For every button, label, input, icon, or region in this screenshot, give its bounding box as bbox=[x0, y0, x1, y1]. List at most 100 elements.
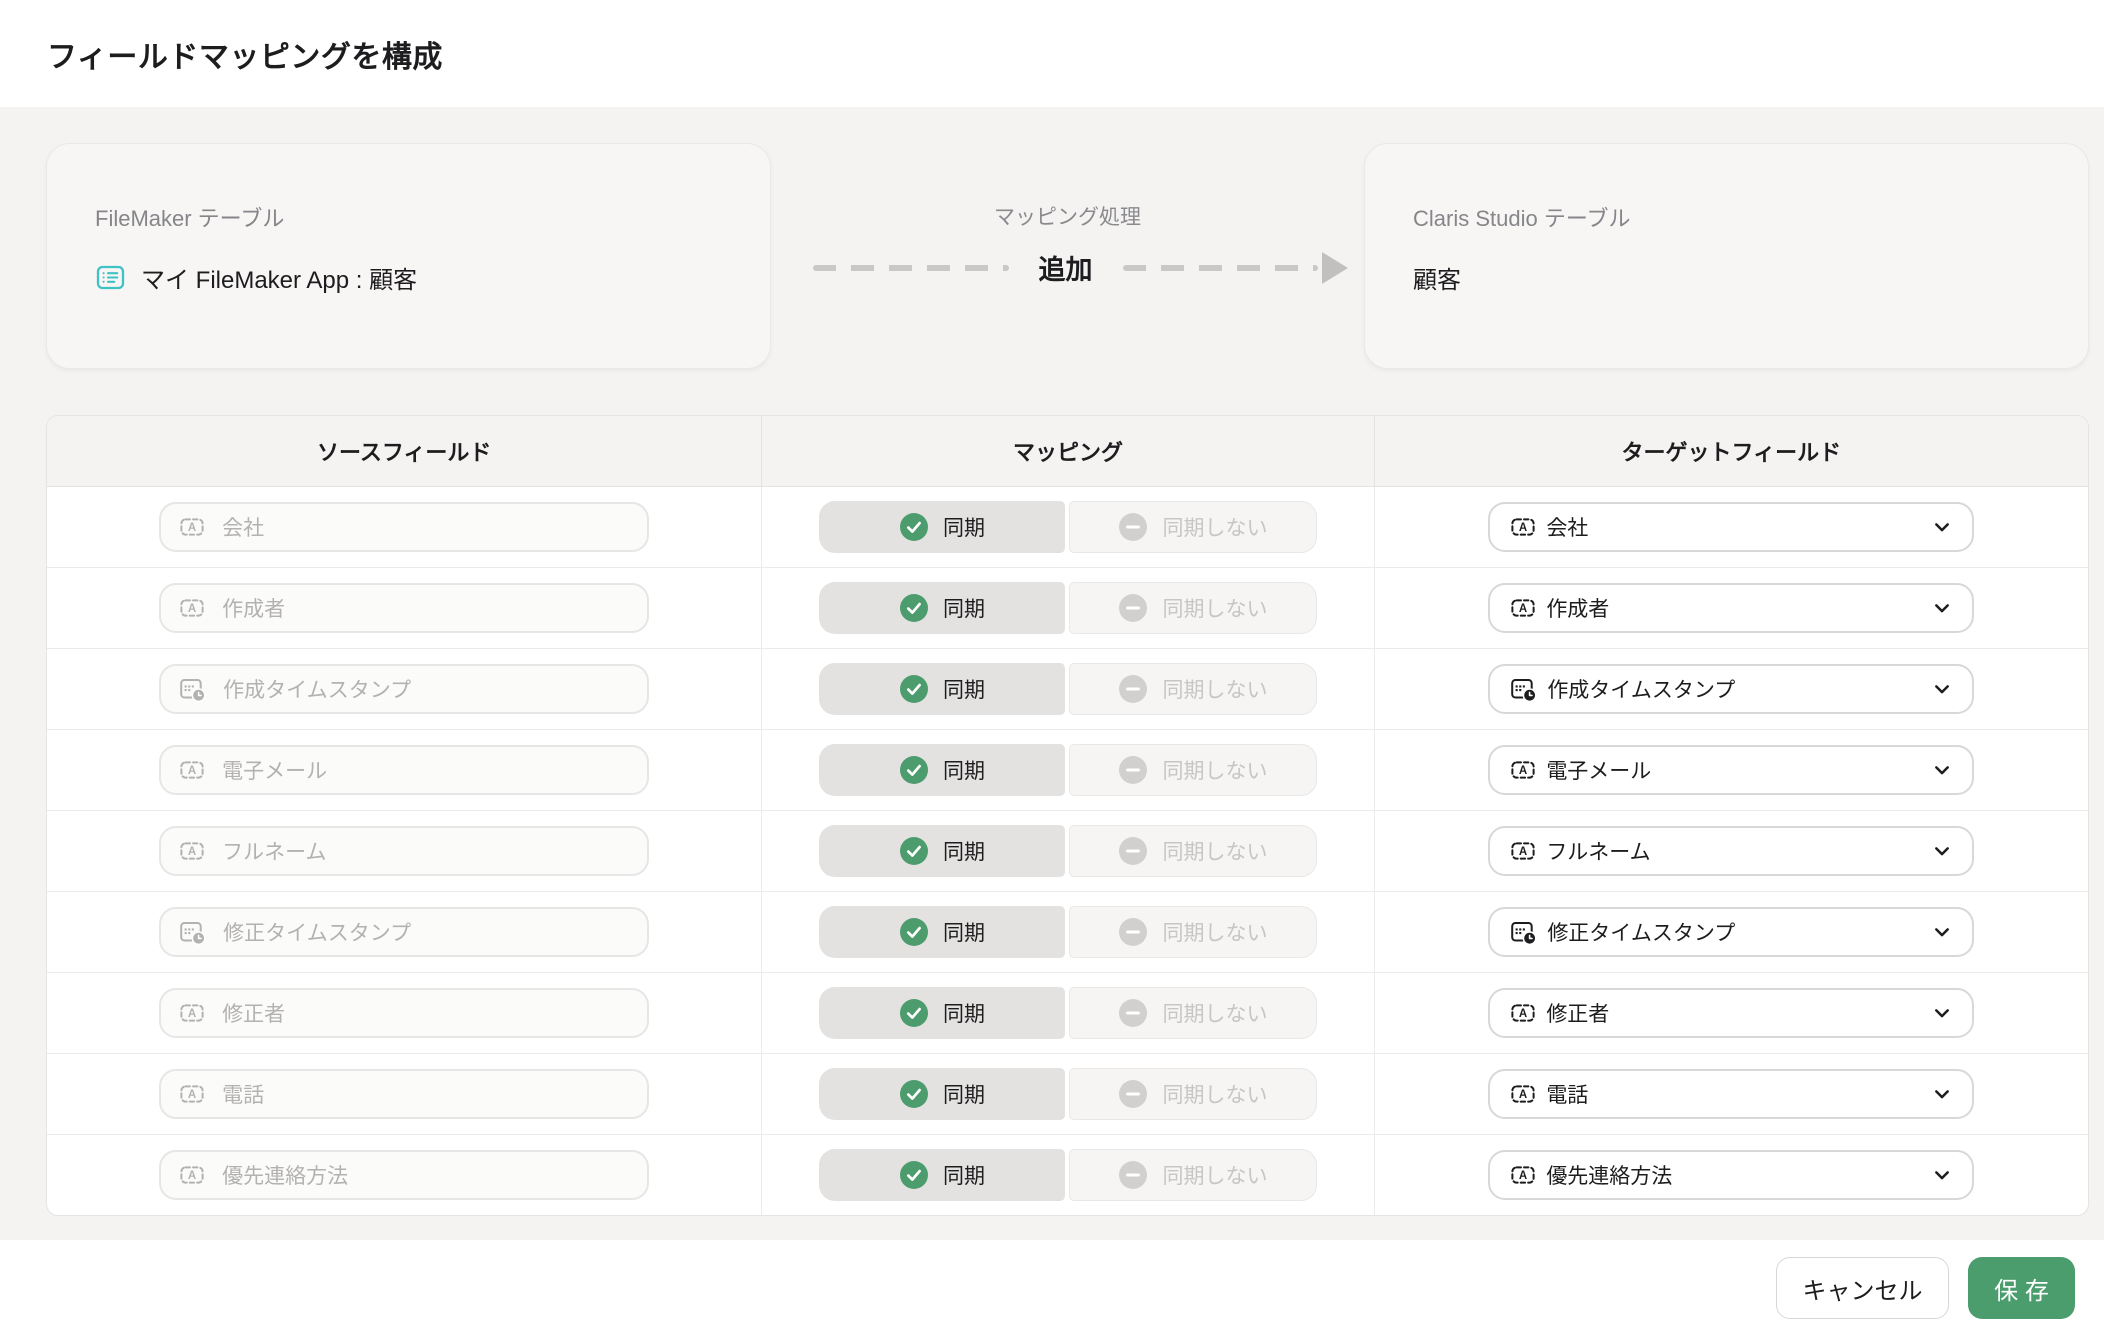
check-circle-icon bbox=[899, 917, 929, 947]
svg-text:A: A bbox=[1519, 1089, 1527, 1101]
target-field-label: 作成者 bbox=[1546, 598, 1610, 621]
sync-off-option[interactable]: 同期しない bbox=[1068, 501, 1317, 553]
text-field-icon: A bbox=[179, 1000, 205, 1026]
check-circle-icon bbox=[899, 1079, 929, 1109]
target-field-select[interactable]: 修正タイムスタンプ bbox=[1488, 907, 1975, 957]
chevron-down-icon bbox=[1930, 1001, 1954, 1025]
sync-on-option[interactable]: 同期 bbox=[818, 1149, 1065, 1201]
target-field-select[interactable]: 作成タイムスタンプ bbox=[1488, 664, 1975, 714]
source-field: A 作成者 bbox=[159, 583, 650, 633]
target-field-select[interactable]: A 会社 bbox=[1488, 502, 1975, 552]
sync-off-option[interactable]: 同期しない bbox=[1068, 663, 1317, 715]
sync-toggle[interactable]: 同期 同期しない bbox=[818, 1149, 1317, 1201]
text-field-icon: A bbox=[1510, 1000, 1536, 1026]
table-row: 修正タイムスタンプ 同期 同期しない 修正タイムスタンプ bbox=[47, 892, 2088, 973]
sync-off-option[interactable]: 同期しない bbox=[1068, 1068, 1317, 1120]
chevron-down-icon bbox=[1930, 677, 1954, 701]
text-field-icon: A bbox=[179, 1162, 205, 1188]
sync-on-option[interactable]: 同期 bbox=[818, 663, 1065, 715]
svg-text:A: A bbox=[188, 846, 196, 858]
target-field-label: 修正タイムスタンプ bbox=[1547, 922, 1736, 945]
sync-off-option[interactable]: 同期しない bbox=[1068, 825, 1317, 877]
svg-text:A: A bbox=[188, 1089, 196, 1101]
source-field: A 修正者 bbox=[159, 988, 650, 1038]
table-row: A 優先連絡方法 同期 同期しない A 優先連絡方法 bbox=[47, 1135, 2088, 1215]
source-field-label: 電子メール bbox=[222, 760, 328, 783]
field-mapping-table: ソースフィールド マッピング ターゲットフィールド A 会社 同期 同期しない bbox=[46, 415, 2089, 1216]
target-field-select[interactable]: A フルネーム bbox=[1488, 826, 1975, 876]
minus-circle-icon bbox=[1118, 1160, 1148, 1190]
dashed-connector-left bbox=[813, 264, 1009, 271]
sync-on-option[interactable]: 同期 bbox=[818, 906, 1065, 958]
minus-circle-icon bbox=[1118, 512, 1148, 542]
sync-off-option[interactable]: 同期しない bbox=[1068, 906, 1317, 958]
target-field-select[interactable]: A 修正者 bbox=[1488, 988, 1975, 1038]
sync-on-option[interactable]: 同期 bbox=[818, 987, 1065, 1039]
sync-on-option[interactable]: 同期 bbox=[818, 501, 1065, 553]
table-row: 作成タイムスタンプ 同期 同期しない 作成タイムスタンプ bbox=[47, 649, 2088, 730]
target-field-select[interactable]: A 電話 bbox=[1488, 1069, 1975, 1119]
cancel-button[interactable]: キャンセル bbox=[1776, 1257, 1949, 1319]
svg-text:A: A bbox=[188, 1170, 196, 1182]
sync-toggle[interactable]: 同期 同期しない bbox=[818, 663, 1317, 715]
source-field-label: 優先連絡方法 bbox=[222, 1165, 349, 1188]
sync-toggle[interactable]: 同期 同期しない bbox=[818, 825, 1317, 877]
target-field-select[interactable]: A 優先連絡方法 bbox=[1488, 1150, 1975, 1200]
sync-off-option[interactable]: 同期しない bbox=[1068, 1149, 1317, 1201]
text-field-icon: A bbox=[1510, 757, 1536, 783]
sync-on-option[interactable]: 同期 bbox=[818, 1068, 1065, 1120]
check-circle-icon bbox=[899, 674, 929, 704]
target-field-select[interactable]: A 電子メール bbox=[1488, 745, 1975, 795]
sync-on-option[interactable]: 同期 bbox=[818, 582, 1065, 634]
source-field-label: 作成タイムスタンプ bbox=[223, 679, 412, 702]
source-field: A 電子メール bbox=[159, 745, 650, 795]
table-header-row: ソースフィールド マッピング ターゲットフィールド bbox=[47, 416, 2088, 487]
sync-toggle[interactable]: 同期 同期しない bbox=[818, 744, 1317, 796]
save-button[interactable]: 保 存 bbox=[1968, 1257, 2075, 1319]
target-field-select[interactable]: A 作成者 bbox=[1488, 583, 1975, 633]
timestamp-field-icon bbox=[1510, 676, 1537, 703]
sync-off-option[interactable]: 同期しない bbox=[1068, 582, 1317, 634]
source-field: A フルネーム bbox=[159, 826, 650, 876]
source-field: A 優先連絡方法 bbox=[159, 1150, 650, 1200]
source-field-label: 電話 bbox=[222, 1084, 265, 1107]
sync-toggle[interactable]: 同期 同期しない bbox=[818, 582, 1317, 634]
target-field-label: 修正者 bbox=[1546, 1003, 1610, 1026]
table-row: A 作成者 同期 同期しない A 作成者 bbox=[47, 568, 2088, 649]
minus-circle-icon bbox=[1118, 1079, 1148, 1109]
source-field: 作成タイムスタンプ bbox=[159, 664, 650, 714]
sync-off-option[interactable]: 同期しない bbox=[1068, 744, 1317, 796]
text-field-icon: A bbox=[1510, 514, 1536, 540]
svg-text:A: A bbox=[188, 1008, 196, 1020]
svg-text:A: A bbox=[1519, 1008, 1527, 1020]
chevron-down-icon bbox=[1930, 515, 1954, 539]
source-field: A 会社 bbox=[159, 502, 650, 552]
sync-on-option[interactable]: 同期 bbox=[818, 744, 1065, 796]
sync-toggle[interactable]: 同期 同期しない bbox=[818, 906, 1317, 958]
check-circle-icon bbox=[899, 998, 929, 1028]
check-circle-icon bbox=[899, 755, 929, 785]
sync-on-option[interactable]: 同期 bbox=[818, 825, 1065, 877]
chevron-down-icon bbox=[1930, 839, 1954, 863]
table-body: A 会社 同期 同期しない A 会社 A 作成者 同期 同期しない A 作成者 … bbox=[47, 487, 2088, 1215]
timestamp-field-icon bbox=[179, 919, 206, 946]
source-field-label: フルネーム bbox=[222, 841, 327, 864]
table-row: A 電話 同期 同期しない A 電話 bbox=[47, 1054, 2088, 1135]
source-table-card: FileMaker テーブル マイ FileMaker App : 顧客 bbox=[46, 143, 771, 369]
chevron-down-icon bbox=[1930, 596, 1954, 620]
text-field-icon: A bbox=[1510, 595, 1536, 621]
text-field-icon: A bbox=[179, 757, 205, 783]
mapping-action-label: 追加 bbox=[1038, 255, 1093, 285]
check-circle-icon bbox=[899, 512, 929, 542]
target-table-value: 顧客 bbox=[1413, 267, 1461, 294]
sync-off-option[interactable]: 同期しない bbox=[1068, 987, 1317, 1039]
header-target-field: ターゲットフィールド bbox=[1373, 416, 2088, 486]
dialog-title: フィールドマッピングを構成 bbox=[47, 40, 443, 74]
sync-toggle[interactable]: 同期 同期しない bbox=[818, 501, 1317, 553]
sync-toggle[interactable]: 同期 同期しない bbox=[818, 987, 1317, 1039]
text-field-icon: A bbox=[1510, 1081, 1536, 1107]
sync-toggle[interactable]: 同期 同期しない bbox=[818, 1068, 1317, 1120]
header-mapping: マッピング bbox=[761, 416, 1373, 486]
check-circle-icon bbox=[899, 1160, 929, 1190]
source-field: A 電話 bbox=[159, 1069, 650, 1119]
